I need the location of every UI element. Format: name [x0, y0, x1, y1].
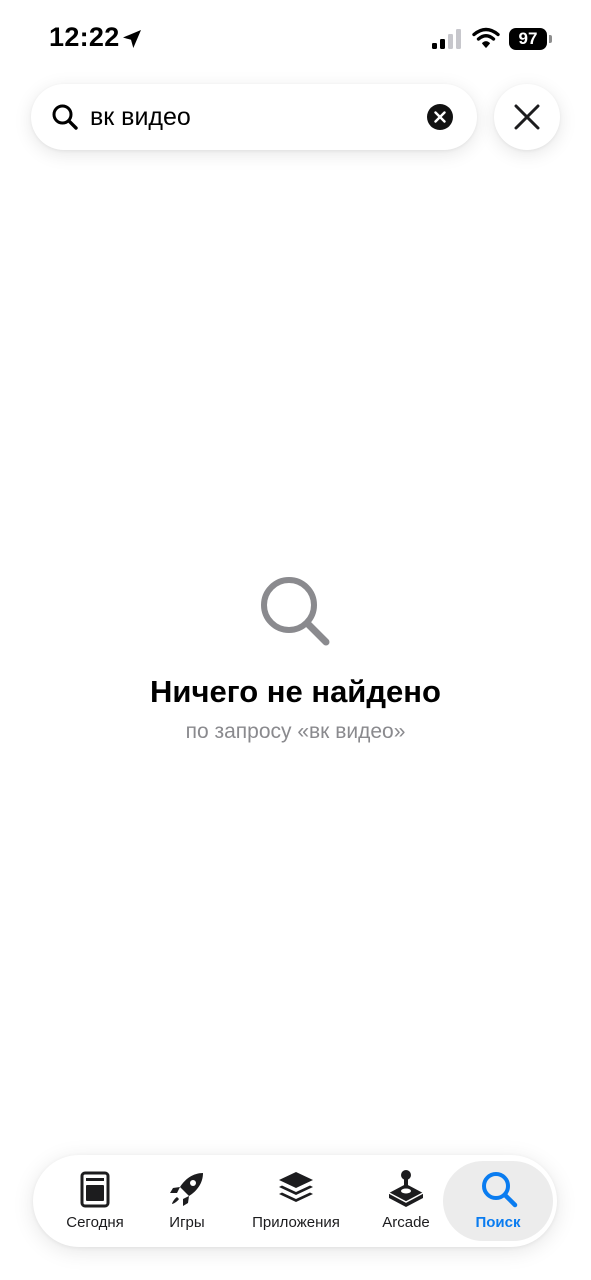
status-bar: 12:22 97 — [0, 0, 591, 80]
tab-today[interactable]: Сегодня — [51, 1155, 139, 1247]
tab-games-label: Игры — [169, 1214, 205, 1231]
close-search-button[interactable] — [494, 84, 560, 150]
tab-arcade-label: Arcade — [382, 1214, 430, 1231]
magnifier-icon — [261, 577, 330, 646]
battery-icon: 97 — [509, 28, 552, 50]
tab-arcade[interactable]: Arcade — [366, 1155, 446, 1247]
today-icon — [80, 1171, 110, 1208]
tab-bar: Сегодня Игры Приложения Arcade Поиск — [33, 1155, 557, 1247]
rocket-icon — [170, 1173, 203, 1206]
status-time: 12:22 — [49, 22, 120, 52]
tab-today-label: Сегодня — [66, 1214, 124, 1231]
tab-games[interactable]: Игры — [147, 1155, 227, 1247]
apps-stack-icon — [279, 1172, 313, 1202]
location-arrow-icon — [123, 30, 141, 48]
app-store-search-screen: 12:22 97 вк видео Ничего не найдено по з… — [0, 0, 591, 1280]
search-icon — [52, 104, 78, 130]
cellular-signal-icon — [432, 29, 461, 49]
tab-search-label: Поиск — [475, 1214, 521, 1231]
clear-search-button[interactable] — [427, 104, 453, 130]
search-field[interactable] — [31, 84, 477, 150]
tab-search[interactable]: Поиск — [443, 1161, 553, 1241]
wifi-icon — [472, 27, 500, 48]
tab-apps[interactable]: Приложения — [241, 1155, 351, 1247]
joystick-icon — [388, 1170, 424, 1207]
close-icon — [514, 104, 540, 130]
tab-apps-label: Приложения — [252, 1214, 340, 1231]
empty-state-title: Ничего не найдено — [150, 674, 441, 709]
battery-tip — [549, 35, 552, 43]
clear-circle-icon — [434, 111, 446, 123]
empty-state-subtitle: по запросу «вк видео» — [185, 720, 406, 743]
search-input[interactable] — [90, 98, 420, 136]
battery-level: 97 — [509, 28, 547, 50]
search-icon — [482, 1172, 518, 1208]
